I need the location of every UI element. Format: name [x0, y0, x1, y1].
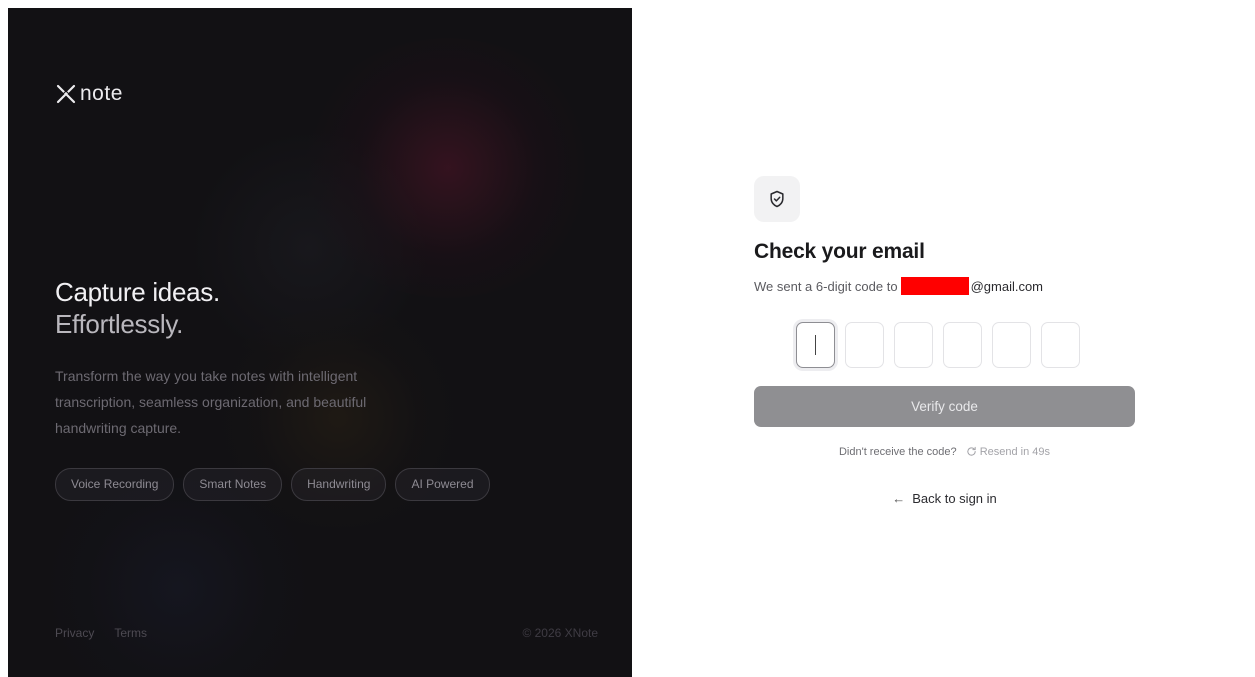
redacted-email [900, 277, 969, 295]
logo-text: note [80, 82, 123, 105]
hero-description: Transform the way you take notes with in… [55, 368, 367, 436]
otp-digit-6[interactable] [1041, 322, 1080, 368]
page-title: Check your email [754, 240, 925, 263]
resend-label: Resend in 49s [979, 446, 1051, 458]
terms-link[interactable]: Terms [114, 626, 147, 640]
otp-digit-1[interactable] [796, 322, 835, 368]
hero-headline: Capture ideas. Effortlessly. [55, 276, 220, 340]
verify-code-button[interactable]: Verify code [754, 386, 1135, 427]
shield-badge [754, 176, 800, 222]
feature-chip-voice-recording[interactable]: Voice Recording [55, 468, 175, 501]
back-label: Back to sign in [912, 491, 997, 506]
footer-links: Privacy Terms [55, 626, 147, 640]
otp-digit-4[interactable] [943, 322, 982, 368]
background-glow [298, 38, 598, 298]
brand-panel: note Capture ideas. Effortlessly. Transf… [8, 8, 632, 677]
email-domain: @gmail.com [970, 278, 1044, 294]
subtitle-text: We sent a 6-digit code to [754, 278, 898, 294]
headline-main: Capture ideas. [55, 277, 220, 307]
code-sent-message: We sent a 6-digit code to @gmail.com [754, 277, 1043, 295]
copyright: © 2026 XNote [522, 626, 598, 640]
resend-button[interactable]: Resend in 49s [966, 446, 1050, 458]
otp-digit-3[interactable] [894, 322, 933, 368]
feature-chip-ai-powered[interactable]: AI Powered [395, 468, 490, 501]
otp-digit-2[interactable] [845, 322, 884, 368]
back-to-sign-in-link[interactable]: ← Back to sign in [754, 491, 1135, 506]
shield-check-icon [770, 190, 784, 208]
privacy-link[interactable]: Privacy [55, 626, 94, 640]
background-glow [28, 478, 328, 677]
feature-chip-smart-notes[interactable]: Smart Notes [183, 468, 283, 501]
text-cursor [814, 335, 817, 355]
otp-input-group [796, 322, 1080, 368]
background-glow [188, 128, 428, 368]
feature-chip-handwriting[interactable]: Handwriting [291, 468, 387, 501]
x-logo-icon [56, 84, 76, 104]
refresh-icon [967, 446, 976, 456]
feature-chips: Voice Recording Smart Notes Handwriting … [55, 468, 490, 501]
resend-row: Didn't receive the code? Resend in 49s [754, 446, 1135, 458]
headline-sub: Effortlessly. [55, 309, 184, 339]
arrow-left-icon: ← [892, 491, 906, 506]
resend-prompt: Didn't receive the code? [838, 446, 957, 458]
logo: note [55, 82, 123, 106]
otp-digit-5[interactable] [992, 322, 1031, 368]
